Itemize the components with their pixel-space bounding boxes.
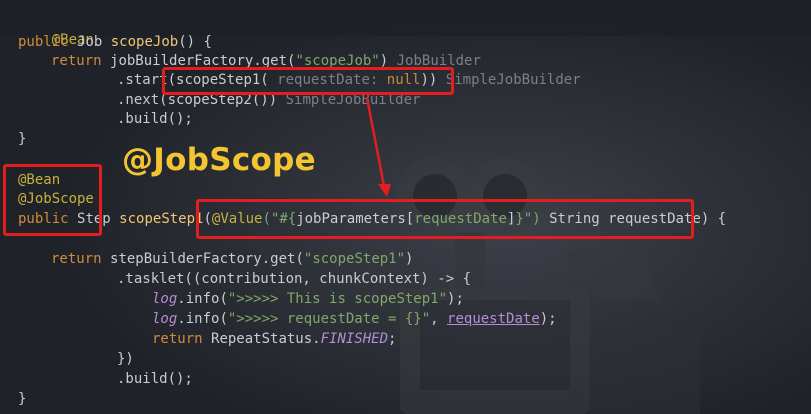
arrow-icon: [365, 97, 391, 197]
